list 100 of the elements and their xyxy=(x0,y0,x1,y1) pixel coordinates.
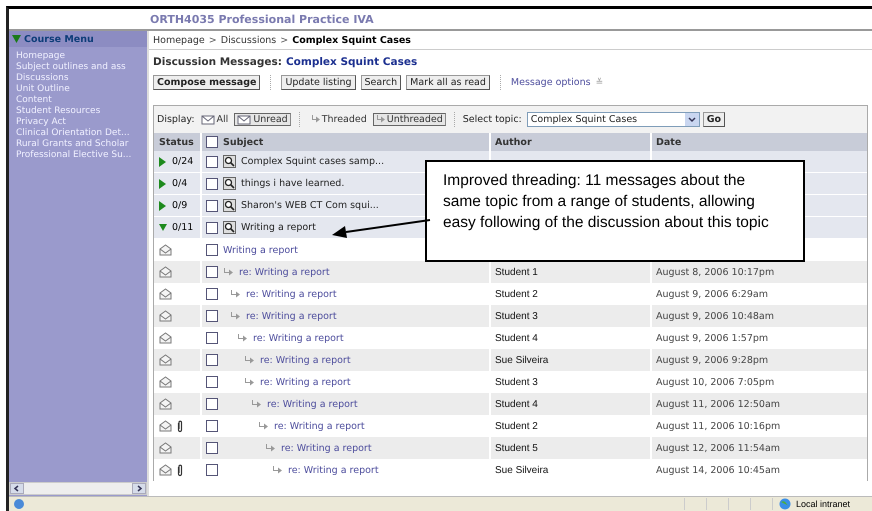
thread-title-link[interactable]: Complex Squint cases samp... xyxy=(241,156,384,167)
message-date: August 14, 2006 10:45am xyxy=(656,464,780,476)
expand-triangle-icon[interactable] xyxy=(159,178,167,188)
chevron-down-icon xyxy=(684,113,699,126)
envelope-icon xyxy=(237,114,252,125)
scroll-left-icon[interactable] xyxy=(10,483,24,494)
message-date: August 9, 2006 1:57pm xyxy=(656,332,768,344)
thread-title-link[interactable]: Sharon's WEB CT Com squi... xyxy=(241,200,379,211)
checkbox[interactable] xyxy=(206,442,218,454)
message-count: 0/4 xyxy=(172,178,188,189)
thread-title-link[interactable]: Writing a report xyxy=(241,222,316,233)
scroll-right-icon[interactable] xyxy=(132,483,146,494)
select-all-checkbox[interactable] xyxy=(206,136,218,148)
reply-arrow-icon xyxy=(223,268,234,276)
display-filter-toggle[interactable]: Unread xyxy=(234,113,291,126)
reply-arrow-icon xyxy=(230,312,241,320)
magnifier-icon[interactable] xyxy=(223,199,236,212)
breadcrumb-link[interactable]: Homepage xyxy=(153,34,205,46)
toolbar-button[interactable]: Mark all as read xyxy=(406,75,490,90)
page-heading: Discussion Messages: xyxy=(153,56,282,68)
checkbox[interactable] xyxy=(206,332,218,344)
display-label: Display: xyxy=(157,114,195,125)
go-button[interactable]: Go xyxy=(702,112,726,127)
checkbox[interactable] xyxy=(206,354,218,366)
expand-triangle-icon[interactable] xyxy=(159,156,167,166)
message-date: August 10, 2006 7:05pm xyxy=(656,376,774,388)
message-link[interactable]: re: Writing a report xyxy=(260,376,351,388)
checkbox[interactable] xyxy=(206,288,218,300)
breadcrumb-link[interactable]: Complex Squint Cases xyxy=(292,34,411,46)
message-link[interactable]: re: Writing a report xyxy=(260,354,351,366)
message-link[interactable]: re: Writing a report xyxy=(267,398,358,410)
compose-button[interactable]: Compose message xyxy=(153,75,260,90)
message-link[interactable]: re: Writing a report xyxy=(281,442,372,454)
breadcrumb-link[interactable]: Discussions xyxy=(220,34,276,46)
checkbox[interactable] xyxy=(206,398,218,410)
message-date: August 11, 2006 12:50am xyxy=(656,398,780,410)
message-link[interactable]: re: Writing a report xyxy=(246,288,337,300)
topic-dropdown[interactable]: Complex Squint Cases xyxy=(526,112,700,127)
view-mode-toggle[interactable]: Unthreaded xyxy=(372,113,446,126)
column-header[interactable]: Date xyxy=(656,136,682,148)
envelope-icon xyxy=(159,442,172,454)
message-date: August 11, 2006 10:16pm xyxy=(656,420,780,432)
message-count: 0/9 xyxy=(172,200,188,211)
checkbox[interactable] xyxy=(206,200,218,212)
toolbar-button[interactable]: Update listing xyxy=(281,75,356,90)
author-name: Student 2 xyxy=(495,420,538,432)
message-date: August 9, 2006 10:48am xyxy=(656,310,774,322)
message-link[interactable]: Writing a report xyxy=(223,244,298,256)
course-title: ORTH4035 Professional Practice IVA xyxy=(150,12,374,26)
magnifier-icon[interactable] xyxy=(223,155,236,168)
author-name: Student 3 xyxy=(495,310,538,322)
checkbox[interactable] xyxy=(206,178,218,190)
author-name: Sue Silveira xyxy=(495,354,548,366)
checkbox[interactable] xyxy=(206,376,218,388)
toolbar-button[interactable]: Search xyxy=(360,75,402,90)
message-date: August 8, 2006 10:17pm xyxy=(656,266,774,278)
author-name: Student 3 xyxy=(495,376,538,388)
message-link[interactable]: re: Writing a report xyxy=(288,464,379,476)
breadcrumb-separator: > xyxy=(280,34,288,46)
checkbox[interactable] xyxy=(206,222,218,234)
envelope-icon xyxy=(200,114,216,125)
thread-title-link[interactable]: things i have learned. xyxy=(241,178,344,189)
author-name: Student 4 xyxy=(495,398,538,410)
paperclip-icon xyxy=(177,464,183,476)
envelope-icon xyxy=(159,288,172,300)
reply-arrow-icon xyxy=(272,466,283,474)
envelope-icon xyxy=(159,464,172,476)
view-mode-toggle[interactable]: Threaded xyxy=(308,113,370,126)
checkbox[interactable] xyxy=(206,156,218,168)
magnifier-icon[interactable] xyxy=(223,177,236,190)
globe-icon xyxy=(777,498,793,510)
expand-triangle-icon[interactable] xyxy=(159,200,167,210)
reply-arrow-icon xyxy=(244,356,255,364)
checkbox[interactable] xyxy=(206,266,218,278)
message-count: 0/11 xyxy=(172,222,194,233)
envelope-icon xyxy=(159,310,172,322)
message-link[interactable]: re: Writing a report xyxy=(246,310,337,322)
options-chevron: ≚ xyxy=(596,78,604,88)
security-zone: Local intranet xyxy=(796,499,850,509)
display-filter-toggle[interactable]: All xyxy=(198,113,232,126)
magnifier-icon[interactable] xyxy=(223,221,236,234)
message-link[interactable]: re: Writing a report xyxy=(253,332,344,344)
checkbox[interactable] xyxy=(206,464,218,476)
expand-triangle-icon[interactable] xyxy=(159,222,167,232)
checkbox[interactable] xyxy=(206,420,218,432)
message-link[interactable]: re: Writing a report xyxy=(274,420,365,432)
message-options-link[interactable]: Message options xyxy=(510,77,591,88)
author-name: Student 4 xyxy=(495,332,538,344)
message-link[interactable]: re: Writing a report xyxy=(239,266,330,278)
checkbox[interactable] xyxy=(206,244,218,256)
reply-arrow-icon xyxy=(230,290,241,298)
column-header[interactable]: Status xyxy=(159,136,194,148)
column-header[interactable]: Author xyxy=(495,136,532,148)
column-header[interactable]: Subject xyxy=(223,136,264,148)
envelope-icon xyxy=(159,266,172,278)
envelope-icon xyxy=(159,332,172,344)
checkbox[interactable] xyxy=(206,310,218,322)
reply-arrow-icon xyxy=(265,444,276,452)
reply-arrow-icon xyxy=(310,115,321,124)
horizontal-scrollbar[interactable] xyxy=(9,482,147,495)
